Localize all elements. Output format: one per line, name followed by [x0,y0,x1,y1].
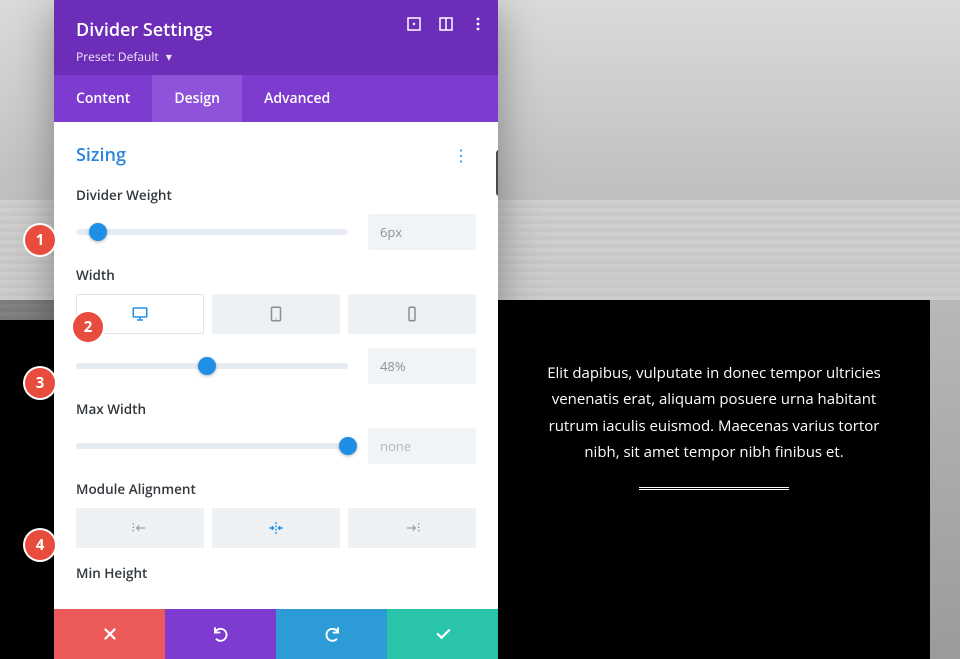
control-module-alignment: Module Alignment [76,480,476,548]
chevron-down-icon: ▾ [166,48,172,65]
align-right[interactable] [348,508,476,548]
callout-4: 4 [25,530,55,560]
label-width: Width [76,266,476,284]
input-max-width[interactable]: none [368,428,476,464]
tab-content[interactable]: Content [54,75,152,122]
preview-divider [639,487,789,492]
align-center[interactable] [212,508,340,548]
undo-button[interactable] [165,609,276,659]
device-tab-phone[interactable] [348,294,476,334]
alignment-tabs [76,508,476,548]
panel-tabs: Content Design Advanced [54,75,498,122]
control-max-width: Max Width none [76,400,476,464]
tab-advanced[interactable]: Advanced [242,75,352,122]
slider-max-width[interactable] [76,436,348,456]
input-width[interactable]: 48% [368,348,476,384]
section-title-sizing[interactable]: Sizing [76,143,126,167]
preset-value: Default [118,48,159,65]
slider-width[interactable] [76,356,348,376]
tab-design[interactable]: Design [152,75,242,122]
panel-header: Divider Settings Preset: Default ▾ [54,0,498,75]
label-module-alignment: Module Alignment [76,480,476,498]
background-image-strip [930,300,960,659]
settings-panel: Divider Settings Preset: Default ▾ Conte… [54,0,498,659]
control-min-height: Min Height [76,564,476,582]
preview-paragraph: Elit dapibus, vulputate in donec tempor … [544,360,884,465]
label-max-width: Max Width [76,400,476,418]
control-width: Width 48% [76,266,476,384]
panel-header-icons [406,16,486,32]
callout-3: 3 [25,368,55,398]
slider-divider-weight[interactable] [76,222,348,242]
device-tabs [76,294,476,334]
align-left[interactable] [76,508,204,548]
callout-2: 2 [73,312,103,342]
panel-body: Sizing ⋮ Divider Weight 6px Width [54,122,498,609]
preset-label: Preset: [76,48,115,65]
callout-1: 1 [25,225,55,255]
panel-preset[interactable]: Preset: Default ▾ [76,48,476,65]
control-divider-weight: Divider Weight 6px [76,186,476,250]
stage: Elit dapibus, vulputate in donec tempor … [0,0,960,659]
input-divider-weight[interactable]: 6px [368,214,476,250]
responsive-icon[interactable] [438,16,454,32]
section-menu-icon[interactable]: ⋮ [447,140,476,170]
expand-icon[interactable] [406,16,422,32]
label-divider-weight: Divider Weight [76,186,476,204]
preview-card: Elit dapibus, vulputate in donec tempor … [498,300,930,659]
scrollbar[interactable] [496,150,498,196]
cancel-button[interactable] [54,609,165,659]
more-icon[interactable] [470,16,486,32]
label-min-height: Min Height [76,564,476,582]
panel-footer [54,609,498,659]
save-button[interactable] [387,609,498,659]
device-tab-tablet[interactable] [212,294,340,334]
redo-button[interactable] [276,609,387,659]
